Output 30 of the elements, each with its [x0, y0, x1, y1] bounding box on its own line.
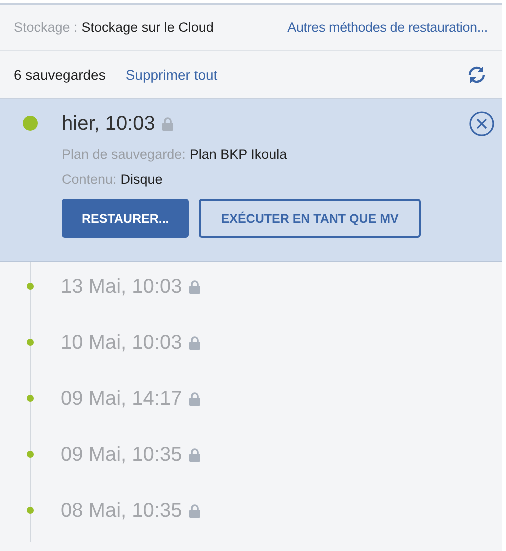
backup-time: 09 Mai, 14:17: [61, 388, 182, 410]
timeline-dot: [27, 339, 34, 346]
detail-value: Plan BKP Ikoula: [190, 147, 288, 162]
restore-button[interactable]: RESTAURER...: [62, 199, 190, 238]
backup-item[interactable]: 09 Mai, 10:35: [0, 430, 502, 486]
detail-label: Plan de sauvegarde:: [62, 147, 186, 162]
backup-item[interactable]: 09 Mai, 14:17: [0, 374, 502, 430]
detail-label: Contenu:: [62, 172, 117, 187]
detail-value: Disque: [120, 172, 163, 187]
backup-time: 08 Mai, 10:35: [61, 500, 182, 522]
close-icon[interactable]: [469, 111, 495, 137]
run-as-vm-button[interactable]: EXÉCUTER EN TANT QUE MV: [199, 199, 421, 238]
storage-value: Stockage sur le Cloud: [82, 20, 214, 35]
delete-all-link[interactable]: Supprimer tout: [126, 66, 218, 82]
timeline-dot: [23, 116, 38, 131]
backup-item[interactable]: 08 Mai, 10:35: [0, 486, 502, 542]
timeline-dot: [27, 507, 34, 514]
backup-count: 6 sauvegardes: [14, 66, 106, 82]
backup-time: 10 Mai, 10:03: [61, 332, 182, 354]
backup-time: 13 Mai, 10:03: [61, 276, 182, 298]
timeline-dot: [27, 395, 34, 402]
backup-item[interactable]: hier, 10:03 Plan de sauvegarde: Plan BKP Ikoula Contenu: Disque RESTAURER... EXÉCUTER EN TANT QUE MV: [0, 99, 502, 262]
backup-time: 09 Mai, 10:35: [61, 444, 182, 466]
backup-time: hier, 10:03: [62, 112, 156, 136]
restore-methods-link[interactable]: Autres méthodes de restauration...: [288, 20, 488, 35]
timeline-dot: [27, 451, 34, 458]
storage-label: Stockage :: [14, 20, 78, 35]
backup-item[interactable]: 10 Mai, 10:03: [0, 318, 502, 374]
timeline-dot: [27, 283, 34, 290]
backup-item[interactable]: 13 Mai, 10:03: [0, 262, 502, 318]
